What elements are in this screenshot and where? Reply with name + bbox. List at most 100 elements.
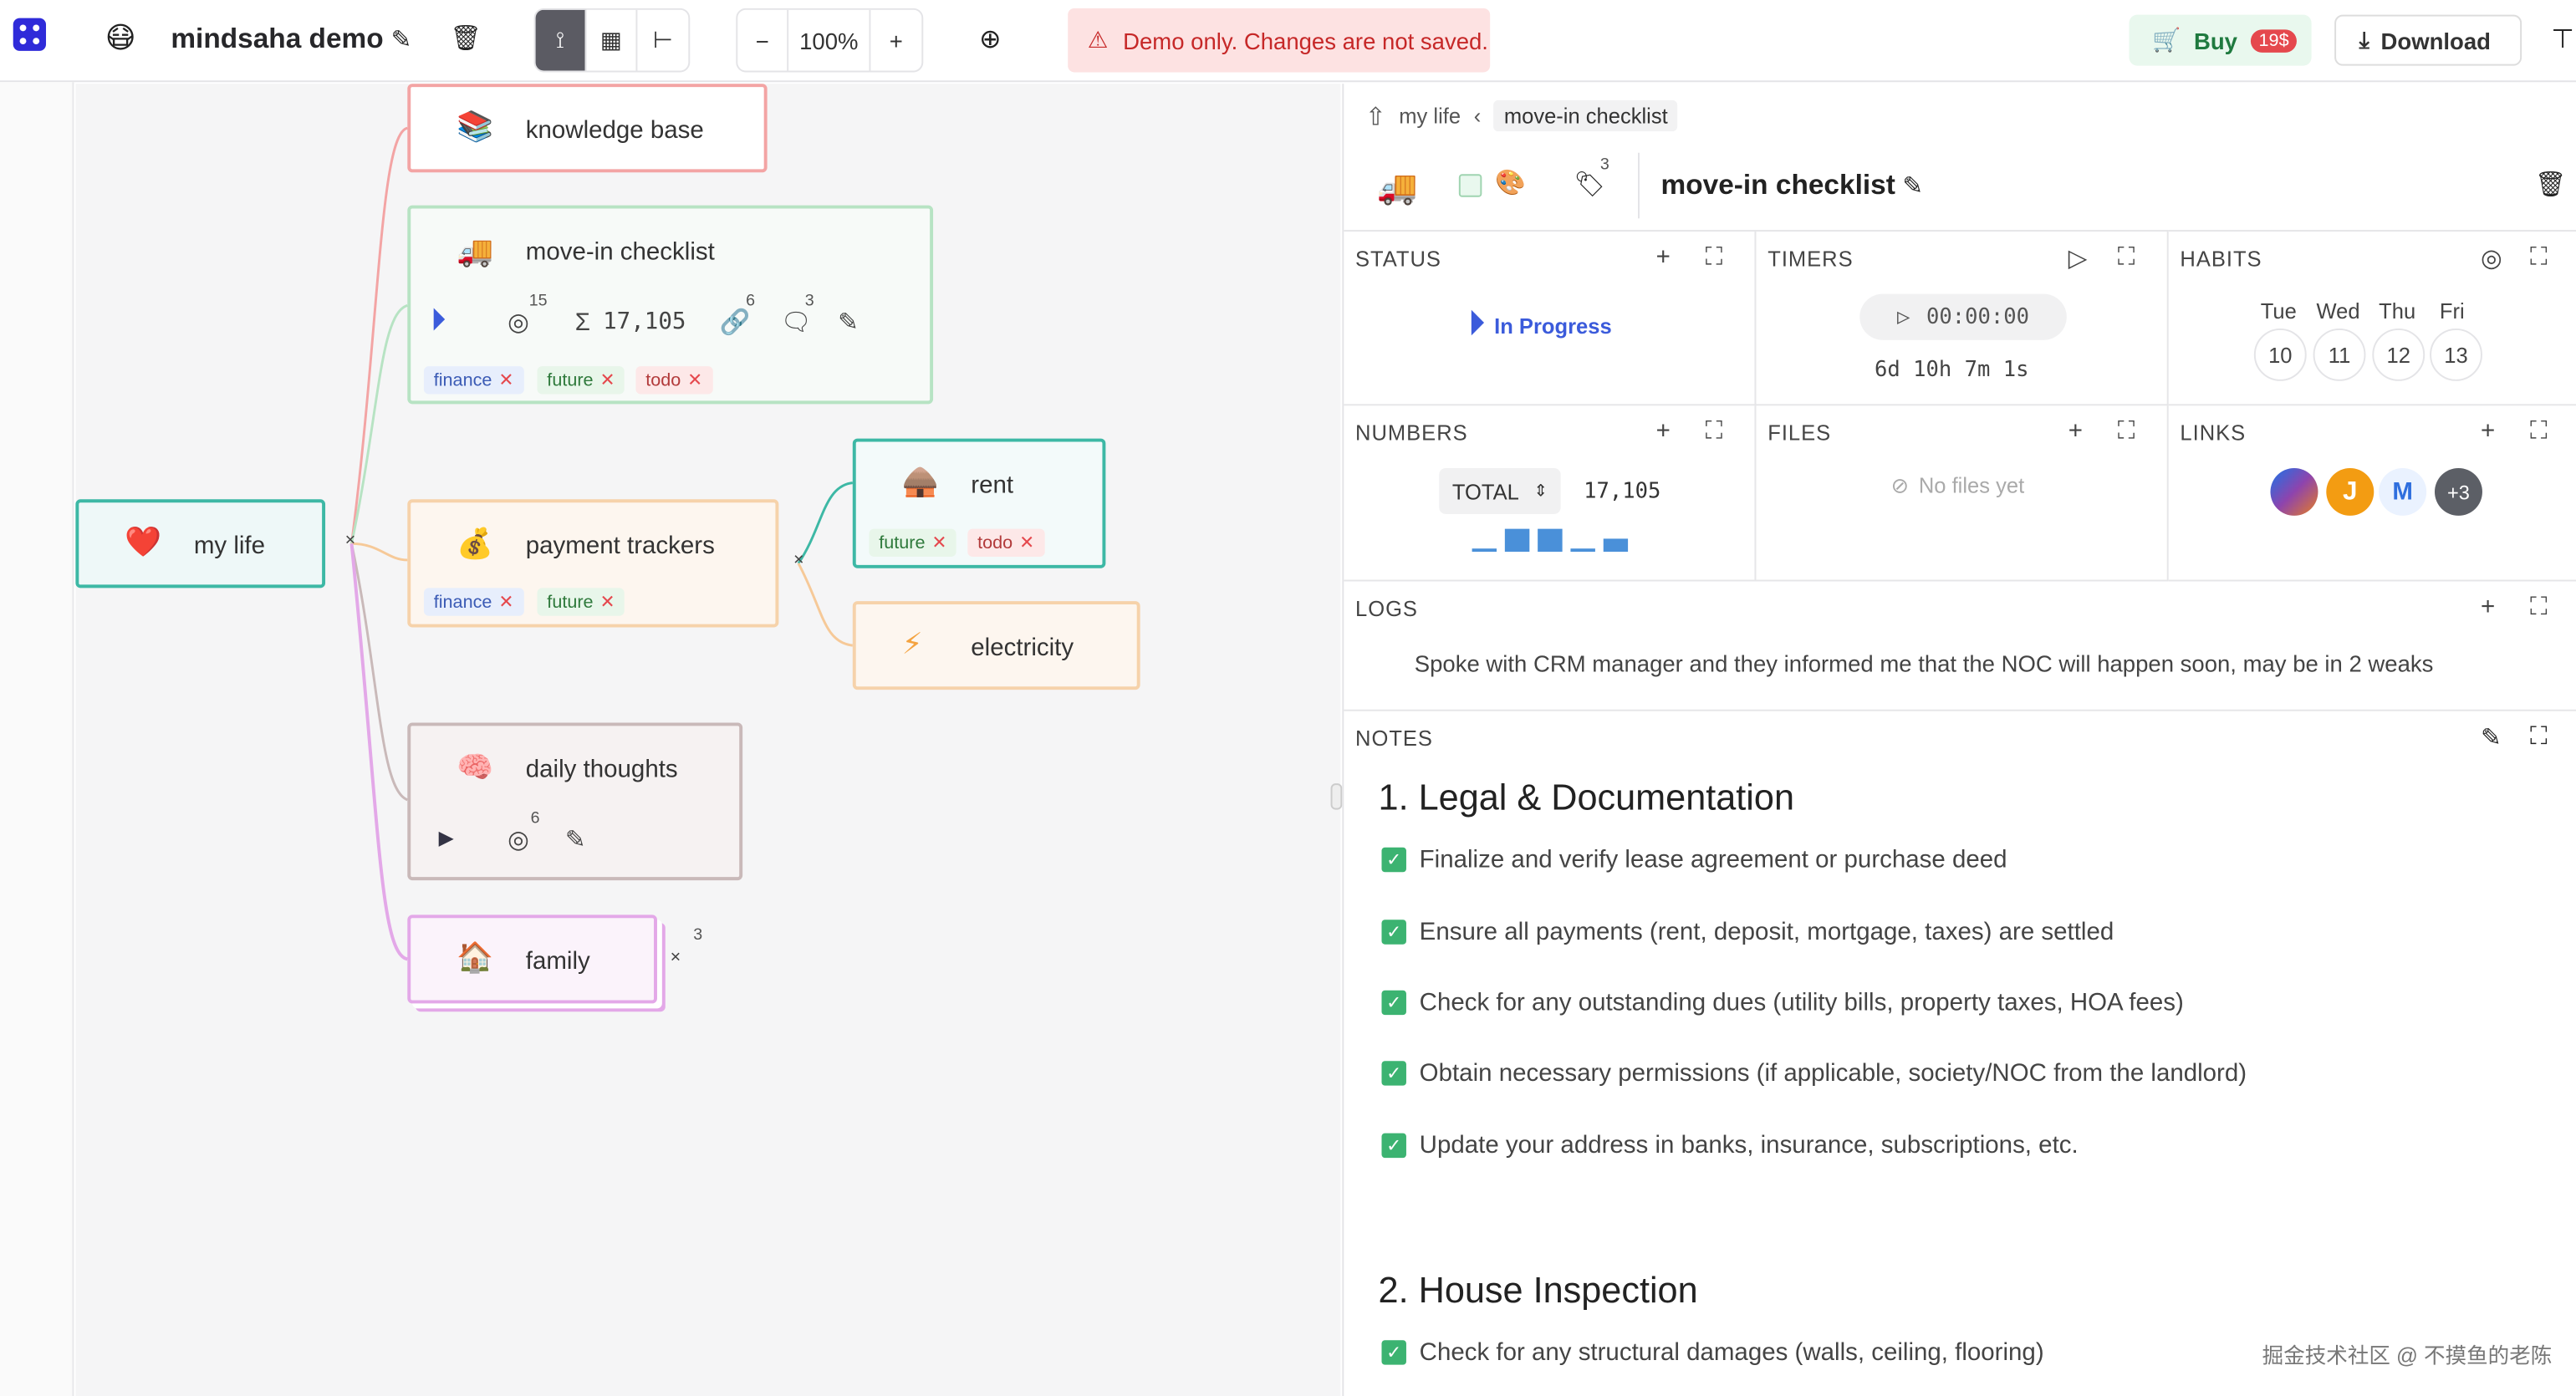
links-section: LINKS + ⛶ J M +3: [2168, 405, 2576, 582]
note-edit-icon[interactable]: ✎: [565, 824, 586, 853]
tag-future[interactable]: future ✕: [537, 366, 625, 395]
buy-button[interactable]: 🛒 Buy 19$: [2129, 14, 2312, 66]
add-icon[interactable]: +: [2068, 417, 2083, 445]
expand-icon[interactable]: ⛶: [2530, 243, 2548, 271]
expand-icon[interactable]: ⛶: [2530, 417, 2548, 445]
breadcrumb-parent[interactable]: my life: [1399, 104, 1461, 128]
moneybag-icon: 💰: [457, 527, 494, 560]
node-electricity[interactable]: ⚡ electricity: [852, 601, 1140, 690]
add-icon[interactable]: +: [1656, 243, 1671, 271]
target-icon[interactable]: ◎: [508, 824, 529, 853]
habit-date[interactable]: 11: [2313, 328, 2366, 381]
more-links-badge[interactable]: +3: [2434, 467, 2482, 516]
link-icon[interactable]: 🔗: [720, 307, 751, 336]
more-icon[interactable]: ⊤: [2551, 23, 2573, 56]
mindmap-canvas[interactable]: ❤️ my life × 📚 knowledge base 🚚 move-in …: [75, 84, 1343, 1396]
play-icon[interactable]: ▶: [439, 826, 454, 849]
checkbox-checked-icon: ✓: [1381, 1061, 1406, 1086]
number-aggregate-select[interactable]: TOTAL ⇕: [1439, 467, 1561, 514]
comment-count: 3: [804, 292, 814, 311]
node-knowledge-base[interactable]: 📚 knowledge base: [407, 84, 768, 173]
expand-icon[interactable]: ⛶: [1706, 417, 1723, 445]
habit-date[interactable]: 12: [2372, 328, 2426, 381]
select-value: TOTAL: [1451, 478, 1519, 504]
habit-date[interactable]: 10: [2253, 328, 2307, 381]
house-icon: 🏠: [457, 940, 494, 975]
files-empty: ⊘ No files yet: [1891, 473, 2025, 499]
heart-icon: ❤️: [125, 525, 162, 558]
collapse-icon[interactable]: ×: [345, 531, 356, 551]
tag-future[interactable]: future ✕: [869, 528, 957, 558]
expand-icon[interactable]: ⛶: [2530, 593, 2548, 620]
edit-title-icon[interactable]: ✎: [1902, 171, 1923, 200]
edit-notes-icon[interactable]: ✎: [2481, 722, 2502, 751]
checklist-item[interactable]: ✓ Ensure all payments (rent, deposit, mor…: [1381, 918, 2114, 946]
collapse-icon[interactable]: ×: [793, 550, 804, 570]
download-button[interactable]: ⤓ Download: [2334, 14, 2522, 66]
remove-tag-icon: ✕: [498, 371, 514, 391]
timer-value: 00:00:00: [1926, 304, 2030, 329]
habit-date[interactable]: 13: [2430, 328, 2482, 381]
checklist-item[interactable]: ✓ Check for any outstanding dues (utility…: [1381, 989, 2184, 1016]
timer-clock[interactable]: ▷ 00:00:00: [1859, 293, 2067, 340]
updown-icon: ⇕: [1533, 481, 1548, 501]
target-icon[interactable]: ◎: [508, 307, 529, 336]
add-icon[interactable]: +: [1656, 417, 1671, 445]
checklist-item[interactable]: ✓ Check for any structural damages (walls…: [1381, 1338, 2044, 1367]
tag-finance[interactable]: finance ✕: [423, 366, 524, 395]
note-edit-icon[interactable]: ✎: [838, 307, 859, 336]
comment-icon[interactable]: 🗨: [780, 307, 811, 336]
node-move-in-checklist[interactable]: 🚚 move-in checklist ⏵ ◎ 15 Σ 17,105 🔗 6 …: [407, 205, 934, 405]
target-icon[interactable]: ◎: [2481, 243, 2502, 273]
play-status-icon[interactable]: ⏵: [431, 303, 446, 339]
tree-view-icon[interactable]: ⊢: [637, 10, 688, 71]
zoom-out-button[interactable]: −: [737, 9, 789, 71]
view-mode-switch: ⟟ ▦ ⊢: [533, 8, 691, 73]
delete-icon[interactable]: 🗑: [2535, 169, 2566, 198]
node-my-life[interactable]: ❤️ my life: [75, 499, 326, 588]
recenter-icon[interactable]: ⊕: [979, 23, 1001, 56]
sum-value: 17,105: [603, 308, 686, 335]
status-value: In Progress: [1494, 313, 1612, 338]
node-payment-trackers[interactable]: 💰 payment trackers finance ✕ future ✕: [407, 499, 779, 628]
expand-icon[interactable]: ×: [671, 948, 681, 968]
zoom-in-button[interactable]: +: [870, 10, 921, 71]
node-family[interactable]: 🏠 family: [407, 915, 657, 1004]
palette-icon[interactable]: 🎨: [1495, 167, 1526, 196]
mindmap-view-icon[interactable]: ⟟: [535, 9, 587, 71]
app-grid-icon[interactable]: [13, 18, 47, 51]
grid-view-icon[interactable]: ▦: [586, 9, 638, 71]
status-in-progress[interactable]: ⏵ In Progress: [1469, 307, 1612, 343]
link-favicon-j-icon[interactable]: J: [2326, 467, 2375, 516]
tag-future[interactable]: future ✕: [537, 588, 625, 616]
delete-map-icon[interactable]: 🗑: [450, 23, 481, 52]
tag-finance[interactable]: finance ✕: [423, 588, 524, 616]
checklist-item[interactable]: ✓ Update your address in banks, insurance…: [1381, 1132, 2079, 1159]
truck-icon[interactable]: 🚚: [1377, 167, 1418, 208]
download-icon: ⤓: [2359, 26, 2369, 53]
expand-icon[interactable]: ⛶: [1706, 243, 1723, 271]
add-icon[interactable]: +: [2481, 417, 2495, 445]
expand-icon[interactable]: ⛶: [2118, 243, 2135, 271]
expand-icon[interactable]: ⛶: [2530, 722, 2548, 750]
checkbox-checked-icon: ✓: [1381, 920, 1406, 945]
play-icon[interactable]: ▷: [2068, 243, 2088, 273]
brain-icon: 🧠: [457, 750, 494, 784]
numbers-section: NUMBERS + ⛶ TOTAL ⇕ 17,105: [1344, 405, 1757, 582]
checklist-item[interactable]: ✓ Finalize and verify lease agreement or …: [1381, 846, 2007, 874]
tag-todo[interactable]: todo ✕: [967, 528, 1044, 558]
color-swatch[interactable]: [1458, 174, 1482, 197]
checklist-item[interactable]: ✓ Obtain necessary permissions (if applic…: [1381, 1059, 2247, 1088]
link-favicon-m-icon[interactable]: M: [2379, 467, 2427, 516]
edit-title-icon[interactable]: ✎: [391, 24, 412, 53]
panel-resize-handle[interactable]: [1330, 783, 1343, 810]
up-arrow-icon[interactable]: ⇧: [1365, 101, 1386, 130]
node-daily-thoughts[interactable]: 🧠 daily thoughts ▶ ◎ 6 ✎: [407, 722, 743, 881]
node-label: electricity: [971, 634, 1074, 662]
link-favicon-chart-icon[interactable]: [2270, 467, 2318, 516]
tag-todo[interactable]: todo ✕: [635, 366, 713, 395]
node-rent[interactable]: 🛖 rent future ✕ todo ✕: [852, 438, 1106, 568]
expand-icon[interactable]: ⛶: [2118, 417, 2135, 445]
add-icon[interactable]: +: [2481, 593, 2495, 620]
play-status-icon: ⏵: [1468, 307, 1485, 342]
